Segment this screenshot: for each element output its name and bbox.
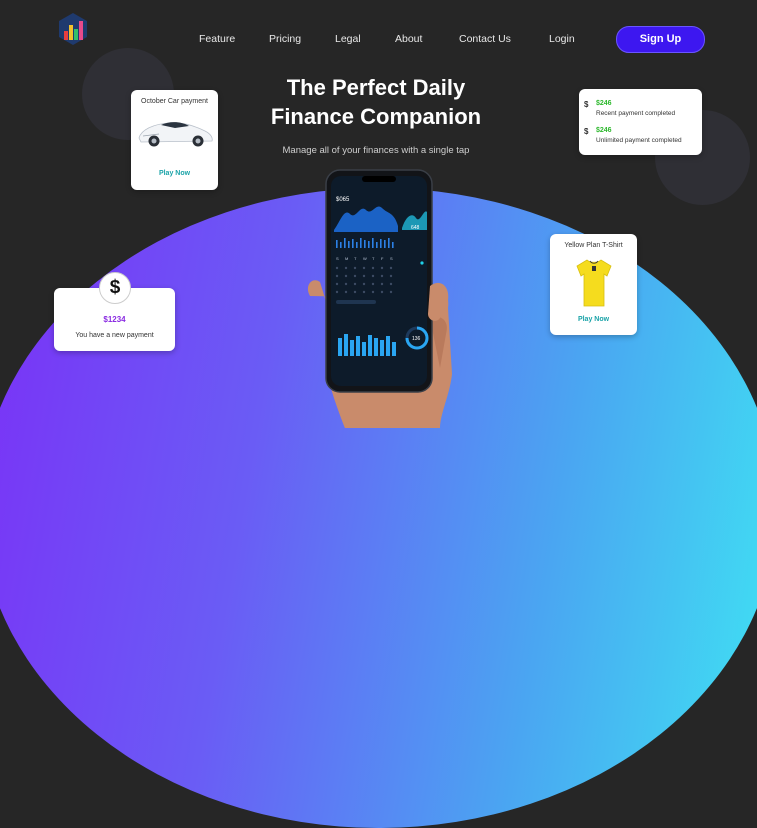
weekday-label: W [363, 256, 367, 261]
nav-login[interactable]: Login [549, 33, 575, 45]
payment-amount: $1234 [103, 315, 126, 324]
nav-legal[interactable]: Legal [335, 33, 361, 45]
tshirt-play-now-link[interactable]: Play Now [550, 316, 637, 323]
dollar-icon: $ [99, 272, 131, 304]
weekday-label: S [336, 256, 339, 261]
tshirt-image [576, 259, 612, 307]
phone-gauge-value: 136 [412, 336, 421, 342]
notification-text: Recent payment completed [596, 110, 676, 117]
nav-feature[interactable]: Feature [199, 33, 235, 45]
card-title: Yellow Plan T-Shirt [564, 242, 623, 249]
hero-title-line: Finance Companion [270, 104, 482, 129]
weekday-label: M [345, 256, 348, 261]
phone-in-hand-image: $065 648 S M T W T F S 136 [307, 169, 452, 428]
nav-about[interactable]: About [395, 33, 422, 45]
notification-amount: $246 [596, 100, 612, 107]
tshirt-card: Yellow Plan T-Shirt Play Now [550, 234, 637, 335]
nav-pricing[interactable]: Pricing [269, 33, 301, 45]
nav-contact-us[interactable]: Contact Us [459, 33, 511, 45]
card-title: October Car payment [141, 98, 208, 105]
dollar-icon: $ [584, 100, 589, 109]
hero-subtitle: Manage all of your finances with a singl… [282, 145, 470, 156]
weekday-label: S [390, 256, 393, 261]
notification-text: Unlimited payment completed [596, 137, 682, 144]
car-image [138, 122, 213, 147]
bar-chart-logo-icon[interactable] [56, 12, 90, 46]
payment-text: You have a new payment [75, 332, 154, 339]
car-payment-card: October Car payment Play Now [131, 90, 218, 190]
sign-up-button[interactable]: Sign Up [616, 26, 705, 53]
notification-amount: $246 [596, 127, 612, 134]
dollar-icon: $ [584, 127, 589, 136]
hero-title-line: The Perfect Daily [286, 75, 466, 100]
hero-title: The Perfect Daily Finance Companion [230, 73, 522, 131]
phone-balance: $065 [336, 197, 350, 203]
car-play-now-link[interactable]: Play Now [131, 170, 218, 177]
payment-notifications-card: $ $246 Recent payment completed $ $246 U… [579, 89, 702, 155]
phone-side-value: 648 [411, 225, 420, 231]
